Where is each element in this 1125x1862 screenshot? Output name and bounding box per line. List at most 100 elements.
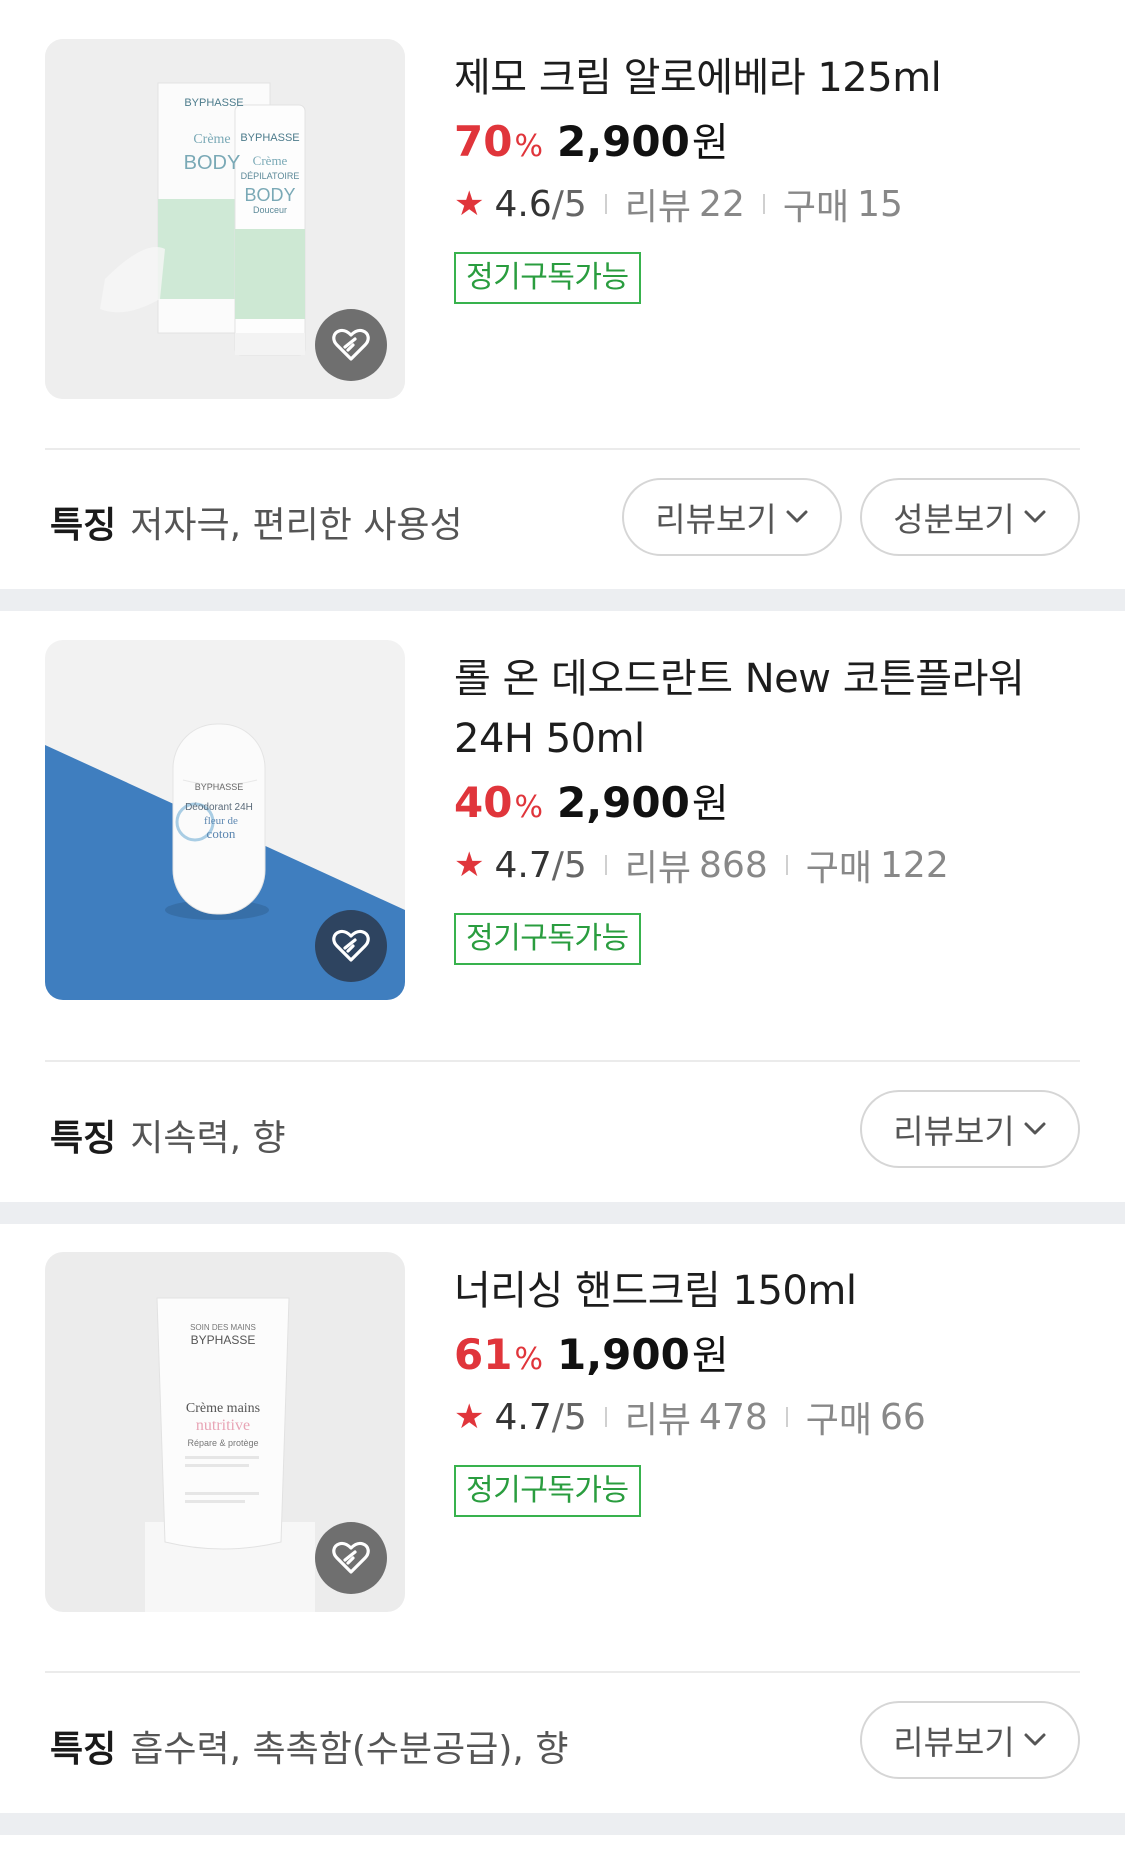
chevron-down-icon bbox=[1023, 1121, 1047, 1137]
feature-label: 특징 bbox=[50, 1729, 117, 1770]
svg-text:BYPHASSE: BYPHASSE bbox=[184, 97, 243, 109]
review-view-label: 리뷰보기 bbox=[655, 500, 777, 539]
svg-text:Crème: Crème bbox=[193, 132, 230, 147]
heart-link-icon bbox=[332, 929, 370, 962]
chevron-down-icon bbox=[785, 509, 809, 525]
feature-value: 흡수력, 촉촉함(수분공급), 향 bbox=[130, 1729, 569, 1770]
price-row: 70 % 2,900 원 bbox=[454, 110, 1095, 168]
review-count: 868 bbox=[699, 844, 768, 886]
discount-rate: 40 bbox=[454, 778, 513, 827]
section-separator bbox=[0, 589, 1125, 611]
rating-max: /5 bbox=[551, 183, 587, 225]
divider bbox=[604, 855, 607, 875]
product-title[interactable]: 롤 온 데오드란트 New 코튼플라워 24H 50ml bbox=[454, 649, 1095, 769]
svg-text:BYPHASSE: BYPHASSE bbox=[191, 1333, 256, 1347]
wishlist-button[interactable] bbox=[315, 910, 387, 982]
svg-text:BYPHASSE: BYPHASSE bbox=[195, 782, 244, 792]
product-image[interactable]: SOIN DES MAINS BYPHASSE Crème mains nutr… bbox=[45, 1252, 405, 1612]
review-view-button[interactable]: 리뷰보기 bbox=[622, 478, 842, 556]
discount-rate: 70 bbox=[454, 117, 513, 166]
rating-score: 4.7 bbox=[494, 844, 552, 886]
divider bbox=[45, 1060, 1080, 1062]
divider bbox=[604, 1407, 607, 1427]
rating-score: 4.7 bbox=[494, 1396, 552, 1438]
product-card: BYPHASSE BYPHASSE Crème BODY Crème DÉPIL… bbox=[0, 0, 1125, 589]
feature-label: 특징 bbox=[50, 1118, 117, 1159]
price-row: 40 % 2,900 원 bbox=[454, 771, 1095, 829]
discount-rate: 61 bbox=[454, 1330, 513, 1379]
feature-row: 특징 지속력, 향 bbox=[50, 1109, 286, 1161]
review-view-button[interactable]: 리뷰보기 bbox=[860, 1090, 1080, 1168]
purchase-label: 구매 bbox=[805, 1400, 873, 1441]
price-row: 61 % 1,900 원 bbox=[454, 1323, 1095, 1381]
svg-text:Crème mains: Crème mains bbox=[186, 1401, 260, 1416]
svg-text:nutritive: nutritive bbox=[196, 1417, 250, 1434]
product-title-line: 롤 온 데오드란트 New 코튼플라워 bbox=[454, 656, 1025, 702]
svg-text:coton: coton bbox=[207, 826, 236, 841]
chevron-down-icon bbox=[1023, 509, 1047, 525]
svg-text:BODY: BODY bbox=[244, 185, 295, 205]
svg-text:Répare & protège: Répare & protège bbox=[187, 1438, 258, 1448]
divider bbox=[785, 855, 788, 875]
divider bbox=[45, 448, 1080, 450]
currency-unit: 원 bbox=[691, 781, 729, 827]
star-icon: ★ bbox=[454, 1397, 485, 1437]
rating-row: ★ 4.7 /5 리뷰 868 구매 122 bbox=[454, 839, 1095, 891]
purchase-count: 66 bbox=[880, 1396, 926, 1438]
svg-text:SOIN DES MAINS: SOIN DES MAINS bbox=[190, 1323, 256, 1332]
ingredient-view-button[interactable]: 성분보기 bbox=[860, 478, 1080, 556]
review-view-button[interactable]: 리뷰보기 bbox=[860, 1701, 1080, 1779]
rating-row: ★ 4.7 /5 리뷰 478 구매 66 bbox=[454, 1391, 1095, 1443]
feature-value: 지속력, 향 bbox=[130, 1118, 286, 1159]
product-title[interactable]: 제모 크림 알로에베라 125ml bbox=[454, 48, 1095, 108]
review-label: 리뷰 bbox=[624, 187, 692, 228]
product-image[interactable]: BYPHASSE Déodorant 24H fleur de coton bbox=[45, 640, 405, 1000]
purchase-label: 구매 bbox=[782, 187, 850, 228]
purchase-count: 15 bbox=[857, 183, 903, 225]
star-icon: ★ bbox=[454, 845, 485, 885]
feature-row: 특징 저자극, 편리한 사용성 bbox=[50, 496, 463, 548]
product-title[interactable]: 너리싱 핸드크림 150ml bbox=[454, 1261, 1095, 1321]
product-card: SOIN DES MAINS BYPHASSE Crème mains nutr… bbox=[0, 1224, 1125, 1813]
chevron-down-icon bbox=[1023, 1732, 1047, 1748]
percent-sign: % bbox=[514, 790, 543, 825]
wishlist-button[interactable] bbox=[315, 1522, 387, 1594]
subscription-badge: 정기구독가능 bbox=[454, 913, 641, 965]
purchase-count: 122 bbox=[880, 844, 949, 886]
review-count: 478 bbox=[699, 1396, 768, 1438]
svg-text:Crème: Crème bbox=[253, 153, 288, 168]
section-separator bbox=[0, 1813, 1125, 1835]
svg-text:BYPHASSE: BYPHASSE bbox=[240, 132, 299, 144]
review-view-label: 리뷰보기 bbox=[893, 1112, 1015, 1151]
divider bbox=[762, 194, 765, 214]
sale-price: 1,900 bbox=[556, 1330, 690, 1379]
feature-label: 특징 bbox=[50, 505, 117, 546]
star-icon: ★ bbox=[454, 184, 485, 224]
purchase-label: 구매 bbox=[805, 848, 873, 889]
sale-price: 2,900 bbox=[556, 117, 690, 166]
rating-row: ★ 4.6 /5 리뷰 22 구매 15 bbox=[454, 178, 1095, 230]
svg-text:Déodorant 24H: Déodorant 24H bbox=[185, 802, 253, 813]
heart-link-icon bbox=[332, 328, 370, 361]
product-image[interactable]: BYPHASSE BYPHASSE Crème BODY Crème DÉPIL… bbox=[45, 39, 405, 399]
subscription-badge: 정기구독가능 bbox=[454, 252, 641, 304]
subscription-badge: 정기구독가능 bbox=[454, 1465, 641, 1517]
sale-price: 2,900 bbox=[556, 778, 690, 827]
rating-max: /5 bbox=[551, 844, 587, 886]
currency-unit: 원 bbox=[691, 1333, 729, 1379]
divider bbox=[45, 1671, 1080, 1673]
currency-unit: 원 bbox=[691, 120, 729, 166]
percent-sign: % bbox=[514, 1342, 543, 1377]
product-card: BYPHASSE Déodorant 24H fleur de coton 롤 … bbox=[0, 611, 1125, 1202]
section-separator bbox=[0, 1202, 1125, 1224]
svg-text:Douceur: Douceur bbox=[253, 205, 287, 215]
rating-max: /5 bbox=[551, 1396, 587, 1438]
svg-text:DÉPILATOIRE: DÉPILATOIRE bbox=[241, 171, 300, 181]
review-view-label: 리뷰보기 bbox=[893, 1723, 1015, 1762]
rating-score: 4.6 bbox=[494, 183, 552, 225]
wishlist-button[interactable] bbox=[315, 309, 387, 381]
divider bbox=[785, 1407, 788, 1427]
ingredient-view-label: 성분보기 bbox=[893, 500, 1015, 539]
feature-value: 저자극, 편리한 사용성 bbox=[130, 505, 463, 546]
review-label: 리뷰 bbox=[624, 848, 692, 889]
